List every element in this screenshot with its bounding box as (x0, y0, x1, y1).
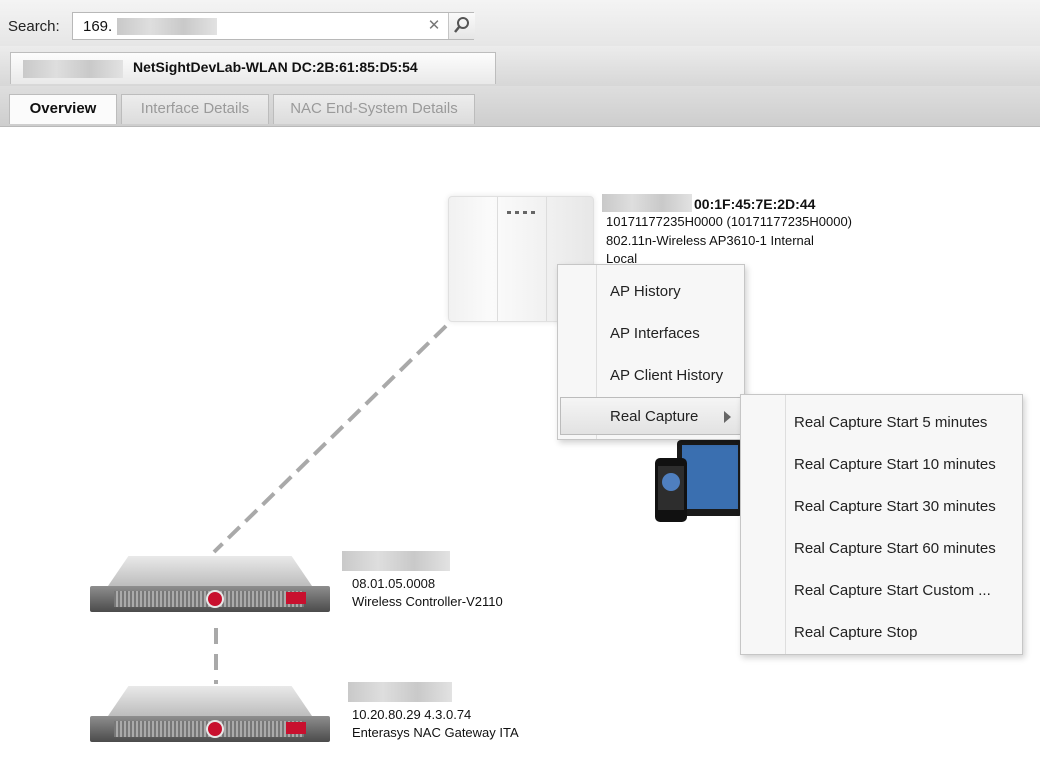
gateway-name: Enterasys NAC Gateway ITA (352, 725, 519, 740)
menu-item-real-capture[interactable]: Real Capture (560, 397, 742, 435)
menu-item-capture-custom[interactable]: Real Capture Start Custom ... (743, 572, 1020, 610)
redacted-text (348, 682, 452, 702)
wireless-controller-icon[interactable] (90, 556, 330, 616)
controller-name: Wireless Controller-V2110 (352, 594, 503, 609)
nac-gateway-icon[interactable] (90, 686, 330, 746)
menu-item-capture-10-min[interactable]: Real Capture Start 10 minutes (743, 446, 1020, 484)
menu-item-ap-interfaces[interactable]: AP Interfaces (560, 315, 742, 353)
ap-serial: 10171177235H0000 (10171177235H0000) (606, 214, 853, 229)
menu-item-capture-30-min[interactable]: Real Capture Start 30 minutes (743, 488, 1020, 526)
ap-mac: 00:1F:45:7E:2D:44 (694, 196, 816, 212)
menu-item-ap-history[interactable]: AP History (560, 273, 742, 311)
led-indicator (507, 211, 539, 214)
menu-item-real-capture-label: Real Capture (610, 408, 699, 425)
redacted-text (602, 194, 692, 212)
controller-version: 08.01.05.0008 (352, 576, 436, 591)
submenu-arrow-icon (724, 411, 731, 423)
ap-model: 802.11n-Wireless AP3610-1 Internal (606, 233, 814, 248)
redacted-text (342, 551, 450, 571)
menu-item-ap-client-history[interactable]: AP Client History (560, 357, 742, 395)
gateway-address: 10.20.80.29 4.3.0.74 (352, 707, 472, 722)
ap-controller-link (212, 324, 448, 554)
real-capture-submenu: Real Capture Start 5 minutes Real Captur… (740, 394, 1023, 655)
mobile-client-icon[interactable] (655, 440, 743, 522)
logo-icon (206, 720, 224, 738)
menu-item-capture-5-min[interactable]: Real Capture Start 5 minutes (743, 404, 1020, 442)
ap-context-menu: AP History AP Interfaces AP Client Histo… (557, 264, 745, 440)
logo-icon (206, 590, 224, 608)
menu-item-capture-stop[interactable]: Real Capture Stop (743, 614, 1020, 652)
menu-item-capture-60-min[interactable]: Real Capture Start 60 minutes (743, 530, 1020, 568)
